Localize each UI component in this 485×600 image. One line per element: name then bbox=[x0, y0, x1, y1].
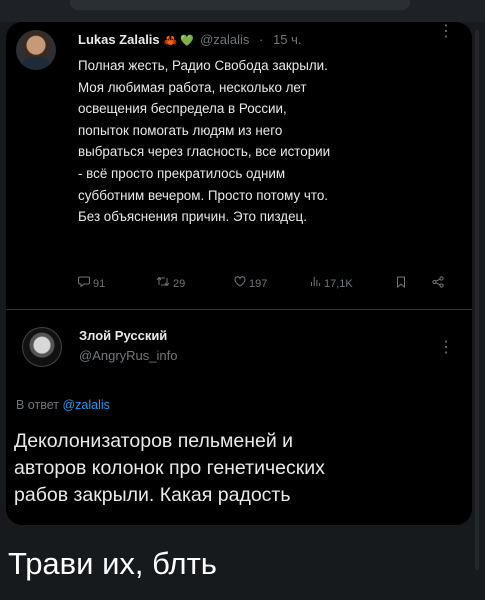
tweet-time[interactable]: 15 ч. bbox=[273, 32, 301, 47]
retweet-icon bbox=[156, 276, 170, 287]
retweet-count: 29 bbox=[173, 278, 186, 290]
author-name[interactable]: Lukas Zalalis bbox=[78, 32, 160, 47]
separator: · bbox=[255, 32, 267, 47]
caption-text: Трави их, блть bbox=[8, 546, 217, 581]
like-button[interactable]: 197 bbox=[234, 276, 267, 290]
reply-mention[interactable]: @zalalis bbox=[62, 398, 109, 412]
reply-count: 91 bbox=[93, 278, 106, 290]
views-icon bbox=[311, 277, 321, 286]
notch bbox=[70, 0, 410, 10]
reply-to-line: В ответ @zalalis bbox=[16, 398, 110, 412]
avatar-figure bbox=[22, 57, 50, 70]
reply-button[interactable]: 91 bbox=[78, 276, 105, 290]
more-options-icon[interactable]: ⋮ bbox=[438, 24, 454, 40]
tweet-header: Lukas Zalalis 🦀 💚 @zalalis · 15 ч. bbox=[78, 32, 301, 47]
bookmark-icon bbox=[397, 276, 405, 289]
screenshot-panel: Lukas Zalalis 🦀 💚 @zalalis · 15 ч. ⋮ Полна… bbox=[6, 22, 472, 525]
like-count: 197 bbox=[249, 278, 268, 290]
author-emoji: 🦀 💚 bbox=[163, 35, 195, 47]
share-icon bbox=[432, 276, 444, 288]
reply-more-options-icon[interactable]: ⋮ bbox=[438, 340, 454, 356]
scrollbar[interactable] bbox=[475, 30, 479, 570]
avatar[interactable] bbox=[16, 30, 56, 70]
author-handle[interactable]: @zalalis bbox=[200, 32, 249, 47]
reply-icon bbox=[78, 276, 90, 288]
heart-icon bbox=[234, 276, 246, 287]
reply-avatar[interactable] bbox=[22, 327, 62, 367]
bookmark-button[interactable] bbox=[396, 276, 406, 291]
reply-prefix: В ответ bbox=[16, 398, 59, 412]
tweet-text: Полная жесть, Радио Свобода закрыли. Моя… bbox=[78, 58, 331, 225]
divider bbox=[6, 309, 472, 310]
reply-author-name[interactable]: Злой Русский bbox=[79, 328, 167, 343]
retweet-button[interactable]: 29 bbox=[156, 276, 185, 290]
reply-author-handle[interactable]: @AngryRus_info bbox=[79, 348, 177, 363]
share-button[interactable] bbox=[432, 276, 444, 291]
views-button[interactable]: 17,1K bbox=[310, 276, 353, 290]
tweet-actions: 91 29 197 17,1K bbox=[78, 276, 463, 294]
views-count: 17,1K bbox=[324, 278, 353, 290]
reply-text: Деколонизаторов пельменей и авторов коло… bbox=[14, 430, 325, 506]
top-strip bbox=[0, 0, 485, 22]
